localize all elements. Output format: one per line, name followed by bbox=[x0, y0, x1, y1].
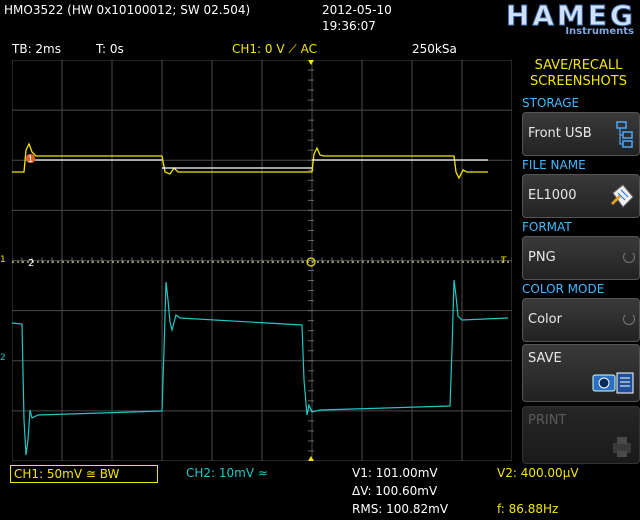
trigger-bottom-icon bbox=[308, 456, 314, 461]
brand-sub: Instruments bbox=[565, 26, 634, 37]
cursor-v2-readout: V2: 400.00µV bbox=[497, 466, 579, 480]
ch2-settings[interactable]: CH2: 10mV ≈ bbox=[186, 466, 268, 480]
cursor-v1-readout: V1: 101.00mV bbox=[352, 466, 438, 480]
svg-text:1: 1 bbox=[28, 155, 34, 165]
camera-save-icon bbox=[592, 372, 634, 394]
storage-label: STORAGE bbox=[522, 96, 580, 110]
sample-rate-readout: 250kSa bbox=[412, 42, 457, 56]
format-value: PNG bbox=[528, 250, 556, 265]
colormode-button[interactable]: Color bbox=[522, 298, 640, 342]
rotary-knob-icon bbox=[623, 251, 635, 263]
filename-button[interactable]: EL1000 bbox=[522, 174, 640, 218]
ch1-settings[interactable]: CH1: 50mV ≅ BW bbox=[10, 465, 158, 483]
edit-file-icon bbox=[611, 184, 634, 208]
ch2-position-marker[interactable]: 2 bbox=[28, 258, 34, 269]
ch2-ground-marker[interactable]: 2 bbox=[0, 353, 6, 362]
printer-icon bbox=[613, 437, 631, 457]
save-label: SAVE bbox=[528, 351, 562, 366]
timebase-readout[interactable]: TB: 2ms bbox=[12, 42, 61, 56]
left-markers: 1 2 bbox=[0, 255, 6, 362]
format-label: FORMAT bbox=[522, 220, 572, 234]
filename-label: FILE NAME bbox=[522, 158, 586, 172]
trigger-position-icon[interactable] bbox=[308, 60, 314, 65]
filename-value: EL1000 bbox=[528, 188, 577, 203]
trigger-level-marker[interactable]: T bbox=[501, 256, 507, 266]
status-line: TB: 2ms T: 0s CH1: 0 V ⟋ AC 250kSa bbox=[0, 40, 517, 58]
hameg-logo: HAMEG Instruments bbox=[450, 0, 636, 37]
menu-title-line1: SAVE/RECALL bbox=[534, 58, 623, 73]
date-readout: 2012-05-10 bbox=[322, 3, 392, 17]
frequency-readout: f: 86.88Hz bbox=[497, 502, 559, 516]
menu-title: SAVE/RECALL SCREENSHOTS bbox=[517, 58, 640, 90]
colormode-value: Color bbox=[528, 312, 562, 327]
side-menu: SAVE/RECALL SCREENSHOTS STORAGE Front US… bbox=[517, 56, 640, 520]
menu-title-line2: SCREENSHOTS bbox=[530, 74, 627, 89]
trigger-readout[interactable]: CH1: 0 V ⟋ AC bbox=[232, 42, 317, 57]
ch1-level-marker[interactable]: 1 bbox=[26, 154, 35, 165]
storage-value: Front USB bbox=[528, 126, 592, 141]
format-button[interactable]: PNG bbox=[522, 236, 640, 280]
waveform-display[interactable]: 1 2 bbox=[12, 60, 512, 461]
storage-button[interactable]: Front USB bbox=[522, 112, 640, 156]
folder-tree-icon bbox=[616, 121, 633, 148]
ch1-trace bbox=[12, 142, 488, 180]
delta-v-readout: ΔV: 100.60mV bbox=[352, 484, 438, 498]
rotary-knob-icon bbox=[623, 313, 635, 325]
ch2-trace bbox=[12, 279, 509, 456]
print-button[interactable]: PRINT bbox=[522, 406, 640, 464]
time-readout: 19:36:07 bbox=[322, 19, 376, 33]
save-button[interactable]: SAVE bbox=[522, 344, 640, 402]
colormode-label: COLOR MODE bbox=[522, 282, 605, 296]
scope-grid: 1 2 bbox=[12, 60, 512, 461]
print-label: PRINT bbox=[528, 413, 567, 428]
ch1-ground-marker[interactable]: 1 bbox=[0, 255, 6, 265]
instrument-model: HMO3522 (HW 0x10100012; SW 02.504) bbox=[4, 3, 251, 17]
rms-readout: RMS: 100.82mV bbox=[352, 502, 449, 516]
measurement-bar: CH1: 50mV ≅ BW CH2: 10mV ≈ V1: 101.00mV … bbox=[0, 462, 640, 520]
top-bar: HMO3522 (HW 0x10100012; SW 02.504) 2012-… bbox=[0, 0, 640, 40]
time-offset-readout[interactable]: T: 0s bbox=[96, 42, 124, 56]
